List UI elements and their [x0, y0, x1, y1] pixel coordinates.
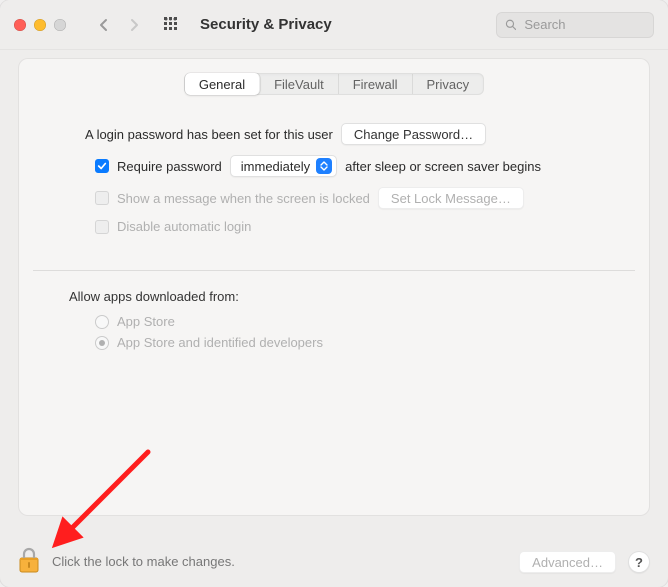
- zoom-window-button: [54, 19, 66, 31]
- minimize-window-button[interactable]: [34, 19, 46, 31]
- check-icon: [97, 161, 107, 171]
- chevron-left-icon: [99, 18, 109, 32]
- show-all-prefs-button[interactable]: [160, 13, 184, 37]
- downloads-heading: Allow apps downloaded from:: [69, 289, 621, 304]
- disable-auto-login-checkbox: [95, 220, 109, 234]
- search-input[interactable]: [522, 16, 645, 33]
- help-button[interactable]: ?: [628, 551, 650, 573]
- tab-general[interactable]: General: [185, 73, 260, 95]
- forward-button[interactable]: [122, 13, 146, 37]
- tab-segmented-control: General FileVault Firewall Privacy: [184, 73, 484, 95]
- change-password-button[interactable]: Change Password…: [341, 123, 486, 145]
- show-message-label: Show a message when the screen is locked: [117, 191, 370, 206]
- tabs: General FileVault Firewall Privacy: [19, 73, 649, 95]
- close-window-button[interactable]: [14, 19, 26, 31]
- require-password-suffix: after sleep or screen saver begins: [345, 159, 541, 174]
- chevron-right-icon: [129, 18, 139, 32]
- lock-message: Click the lock to make changes.: [52, 554, 235, 569]
- content-panel: General FileVault Firewall Privacy A log…: [18, 58, 650, 516]
- show-message-checkbox: [95, 191, 109, 205]
- tab-filevault[interactable]: FileVault: [260, 74, 339, 94]
- set-lock-message-button: Set Lock Message…: [378, 187, 524, 209]
- require-password-checkbox[interactable]: [95, 159, 109, 173]
- advanced-button: Advanced…: [519, 551, 616, 573]
- search-field[interactable]: [496, 12, 654, 38]
- nav-arrows: [92, 13, 146, 37]
- footer: Click the lock to make changes. Advanced…: [0, 531, 668, 587]
- tab-firewall[interactable]: Firewall: [339, 74, 413, 94]
- downloads-section: Allow apps downloaded from: App Store Ap…: [19, 271, 649, 350]
- preferences-window: Security & Privacy General FileVault Fir…: [0, 0, 668, 587]
- popup-arrows-icon: [316, 158, 332, 174]
- search-icon: [505, 18, 516, 31]
- password-set-text: A login password has been set for this u…: [85, 127, 333, 142]
- require-password-delay-value: immediately: [241, 159, 310, 174]
- radio-app-store-and-identified-label: App Store and identified developers: [117, 335, 323, 350]
- back-button[interactable]: [92, 13, 116, 37]
- toolbar: Security & Privacy: [0, 0, 668, 50]
- radio-app-store-and-identified: [95, 336, 109, 350]
- tab-privacy[interactable]: Privacy: [413, 74, 484, 94]
- require-password-delay-popup[interactable]: immediately: [230, 155, 337, 177]
- page-title: Security & Privacy: [200, 16, 332, 33]
- require-password-label: Require password: [117, 159, 222, 174]
- radio-app-store: [95, 315, 109, 329]
- lock-icon[interactable]: [18, 547, 40, 573]
- window-controls: [14, 19, 66, 31]
- grid-icon: [164, 17, 180, 33]
- radio-app-store-label: App Store: [117, 314, 175, 329]
- disable-auto-login-label: Disable automatic login: [117, 219, 251, 234]
- login-section: A login password has been set for this u…: [19, 95, 649, 234]
